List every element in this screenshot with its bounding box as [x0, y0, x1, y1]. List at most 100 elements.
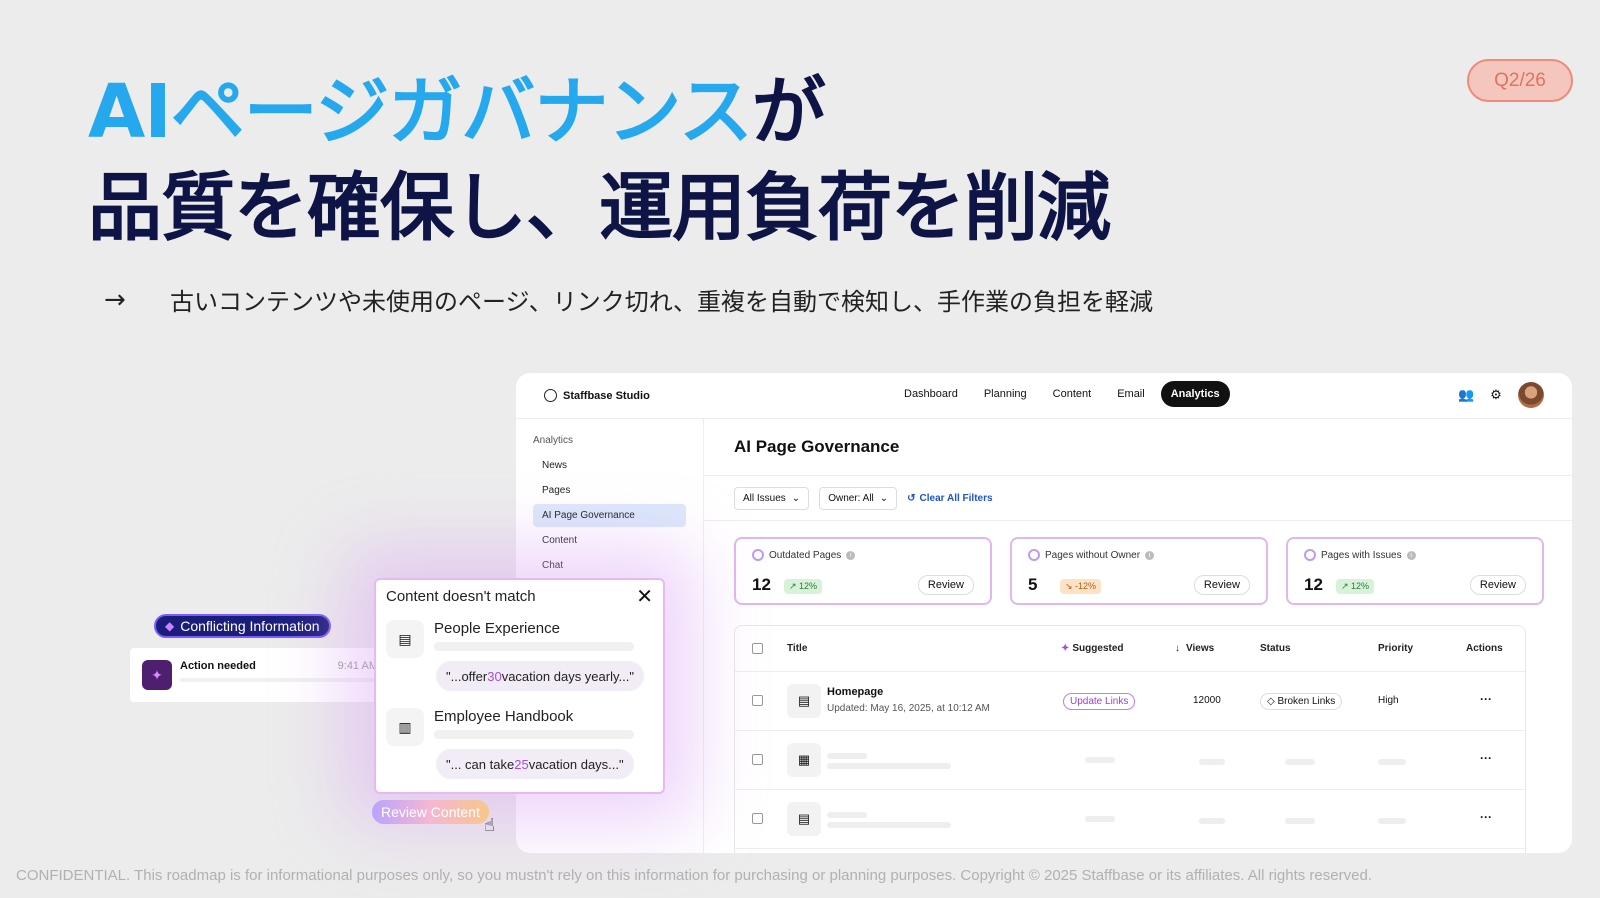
- select-all-checkbox[interactable]: [752, 643, 763, 654]
- table-row[interactable]: ▦ ···: [735, 731, 1525, 790]
- refresh-icon: ↺: [907, 492, 916, 504]
- sidebar-item-news[interactable]: News: [533, 454, 686, 477]
- review-button[interactable]: Review: [1193, 575, 1250, 595]
- card-title: Outdated Pages: [769, 549, 842, 561]
- pages-table: Title ✦ Suggested ↓ Views Status Priority …: [734, 625, 1526, 853]
- brand[interactable]: Staffbase Studio: [544, 389, 650, 402]
- trend-badge: ↗ 12%: [1336, 579, 1375, 594]
- quote-bubble: "... can take 25 vacation days...": [436, 749, 634, 779]
- skeleton-line: [434, 642, 634, 651]
- table-header: Title ✦ Suggested ↓ Views Status Priority …: [735, 626, 1525, 672]
- nav-planning[interactable]: Planning: [974, 381, 1037, 407]
- row-actions-menu[interactable]: ···: [1480, 692, 1492, 706]
- sidebar-item-pages[interactable]: Pages: [533, 479, 686, 502]
- main-panel: AI Page Governance All Issues ⌄ Owner: Al…: [704, 419, 1572, 853]
- issues-filter-label: All Issues: [743, 492, 786, 504]
- avatar[interactable]: [1518, 382, 1544, 408]
- diamond-icon: ◆: [165, 619, 175, 633]
- clear-filters-link[interactable]: ↺ Clear All Filters: [907, 493, 992, 504]
- nav-content[interactable]: Content: [1043, 381, 1102, 407]
- table-row[interactable]: ▤ Homepage Updated: May 16, 2025, at 10:…: [735, 672, 1525, 731]
- notification-time: 9:41 AM: [337, 660, 378, 672]
- sidebar-item-chat[interactable]: Chat: [533, 554, 686, 577]
- row-checkbox[interactable]: [752, 695, 763, 706]
- col-status[interactable]: Status: [1260, 643, 1291, 654]
- card-value: 12: [752, 575, 771, 594]
- document-icon: ▤: [386, 620, 424, 658]
- notification-card[interactable]: ✦ Action needed 9:41 AM: [130, 648, 390, 702]
- notification-title: Action needed: [180, 660, 256, 672]
- review-button[interactable]: Review: [917, 575, 974, 595]
- card-title: Pages with Issues: [1321, 549, 1402, 561]
- info-icon[interactable]: i: [1406, 550, 1416, 560]
- quote-text: vacation days...": [528, 756, 624, 772]
- top-icons: 👥 ⚙: [1458, 382, 1544, 408]
- row-checkbox[interactable]: [752, 754, 763, 765]
- col-title[interactable]: Title: [787, 643, 807, 654]
- col-priority[interactable]: Priority: [1378, 643, 1413, 654]
- stat-card-without-owner: Pages without Owner i 5 ↘ -12% Review: [1010, 537, 1268, 605]
- close-icon[interactable]: ✕: [636, 584, 653, 609]
- source-name[interactable]: People Experience: [434, 620, 560, 637]
- skeleton-line: [434, 730, 634, 739]
- skeleton-line: [827, 822, 951, 828]
- sidebar-item-ai-page-governance[interactable]: AI Page Governance: [533, 504, 686, 527]
- card-value: 12: [1304, 575, 1323, 594]
- brand-logo-icon: [544, 389, 557, 402]
- stat-card-outdated: Outdated Pages i 12 ↗ 12% Review: [734, 537, 992, 605]
- bullet-point: → 古いコンテンツや未使用のページ、リンク切れ、重複を自動で検知し、手作業の負担…: [104, 282, 1153, 317]
- sidebar-heading: Analytics: [533, 435, 574, 446]
- row-updated: Updated: May 16, 2025, at 10:12 AM: [827, 703, 990, 714]
- row-actions-menu[interactable]: ···: [1480, 810, 1492, 824]
- row-title[interactable]: Homepage: [827, 686, 883, 698]
- suggested-badge[interactable]: Update Links: [1063, 693, 1136, 710]
- content-mismatch-popup: Content doesn't match ✕ ▤ People Experie…: [374, 578, 665, 794]
- sidebar-item-content[interactable]: Content: [533, 529, 686, 552]
- skeleton-line: [180, 678, 380, 682]
- slide-title: AIページガバナンスが 品質を確保し、運用負荷を削減: [88, 64, 1111, 256]
- source-name[interactable]: Employee Handbook: [434, 708, 573, 725]
- trend-badge: ↗ 12%: [784, 579, 823, 594]
- page-title: AI Page Governance: [704, 419, 1572, 476]
- card-value: 5: [1028, 575, 1038, 594]
- stat-card-with-issues: Pages with Issues i 12 ↗ 12% Review: [1286, 537, 1544, 605]
- col-views[interactable]: ↓ Views: [1175, 643, 1214, 654]
- skeleton-line: [1378, 759, 1406, 765]
- clear-filters-label: Clear All Filters: [919, 492, 993, 504]
- handbook-icon: ▥: [386, 708, 424, 746]
- row-checkbox[interactable]: [752, 813, 763, 824]
- skeleton-line: [827, 753, 867, 759]
- main-nav: Dashboard Planning Content Email Analyti…: [894, 381, 1230, 407]
- title-line-2: 品質を確保し、運用負荷を削減: [88, 165, 1111, 251]
- skeleton-line: [1285, 818, 1315, 824]
- users-icon[interactable]: 👥: [1458, 387, 1474, 403]
- nav-dashboard[interactable]: Dashboard: [894, 381, 968, 407]
- skeleton-line: [1285, 759, 1315, 765]
- title-rest: が: [751, 69, 826, 155]
- chevron-down-icon: ⌄: [791, 492, 801, 504]
- owner-filter[interactable]: Owner: All ⌄: [819, 486, 898, 510]
- quote-text: vacation days yearly...": [501, 668, 634, 684]
- filter-bar: All Issues ⌄ Owner: All ⌄ ↺ Clear All Filte…: [704, 476, 1572, 521]
- skeleton-line: [1085, 757, 1115, 763]
- quote-text: "...offer: [446, 668, 488, 684]
- issues-filter[interactable]: All Issues ⌄: [734, 486, 810, 510]
- nav-email[interactable]: Email: [1107, 381, 1155, 407]
- skeleton-line: [1085, 816, 1115, 822]
- skeleton-line: [1378, 818, 1406, 824]
- confidential-footer: CONFIDENTIAL. This roadmap is for inform…: [16, 867, 1372, 884]
- info-icon[interactable]: i: [846, 550, 856, 560]
- owner-filter-label: Owner: All: [828, 492, 874, 504]
- row-actions-menu[interactable]: ···: [1480, 751, 1492, 765]
- title-highlight: AIページガバナンス: [88, 69, 753, 155]
- table-row[interactable]: ▤ ···: [735, 790, 1525, 849]
- app-window: Staffbase Studio Dashboard Planning Cont…: [516, 373, 1572, 853]
- info-icon[interactable]: i: [1145, 550, 1155, 560]
- nav-analytics[interactable]: Analytics: [1160, 381, 1230, 407]
- review-content-button[interactable]: Review Content: [372, 800, 489, 824]
- col-suggested[interactable]: ✦ Suggested: [1061, 643, 1124, 654]
- gear-icon[interactable]: ⚙: [1488, 387, 1504, 403]
- review-button[interactable]: Review: [1469, 575, 1526, 595]
- arrow-right-icon: →: [104, 284, 126, 315]
- quote-text: "... can take: [446, 756, 515, 772]
